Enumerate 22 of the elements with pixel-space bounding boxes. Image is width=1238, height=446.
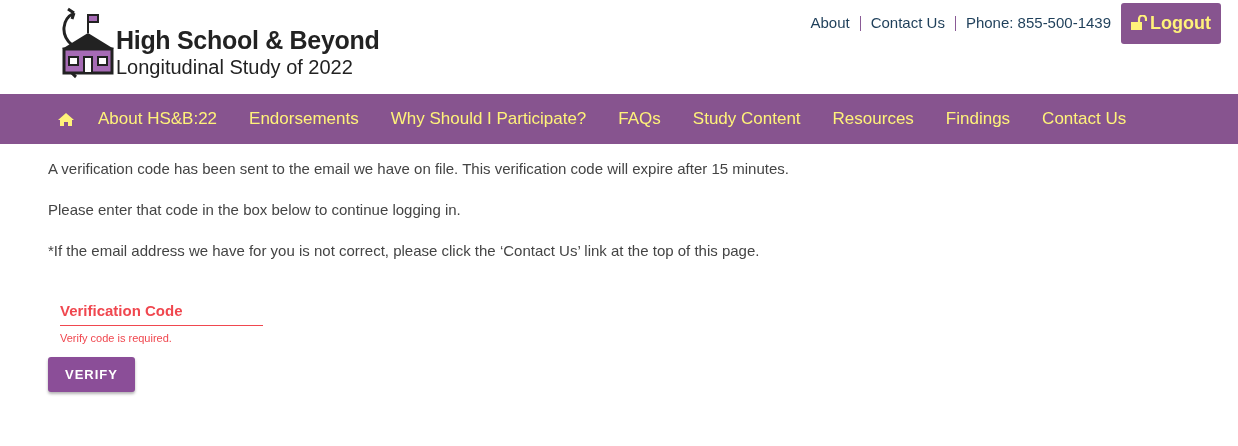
nav-link[interactable]: Endorsements	[249, 109, 359, 129]
unlock-icon	[1131, 15, 1147, 31]
logout-button[interactable]: Logout	[1121, 2, 1221, 44]
top-link[interactable]: About	[800, 2, 860, 44]
field-label: Verification Code	[60, 302, 184, 319]
logo-subtitle: Longitudinal Study of 2022	[116, 55, 354, 79]
nav-link[interactable]: Resources	[832, 109, 914, 129]
error-text: Verify code is required.	[60, 332, 173, 344]
nav-link[interactable]: Contact Us	[1042, 109, 1127, 129]
nav-link[interactable]: Study Content	[692, 109, 801, 129]
logo-title: High School & Beyond	[116, 25, 380, 55]
message-text: Please enter that code in the box below to continue logging in.	[48, 200, 462, 220]
nav-link[interactable]: About HS&B:22	[98, 109, 218, 129]
nav-link[interactable]: Why Should I Participate?	[390, 109, 587, 129]
verify-button[interactable]: VERIFY	[48, 357, 135, 392]
top-link[interactable]: Contact Us	[860, 2, 955, 44]
phone-number: Phone: 855-500-1439	[964, 13, 1112, 33]
home-icon[interactable]	[58, 112, 74, 126]
nav-link[interactable]: FAQs	[618, 109, 661, 129]
nav-link[interactable]: Findings	[945, 109, 1011, 129]
message-text: *If the email address we have for you is not correct, please click the ‘Contact Us’ link at the top of this page.	[48, 241, 761, 261]
message-text: A verification code has been sent to the email we have on file. This verification code will expire after 15 minutes.	[48, 159, 790, 179]
